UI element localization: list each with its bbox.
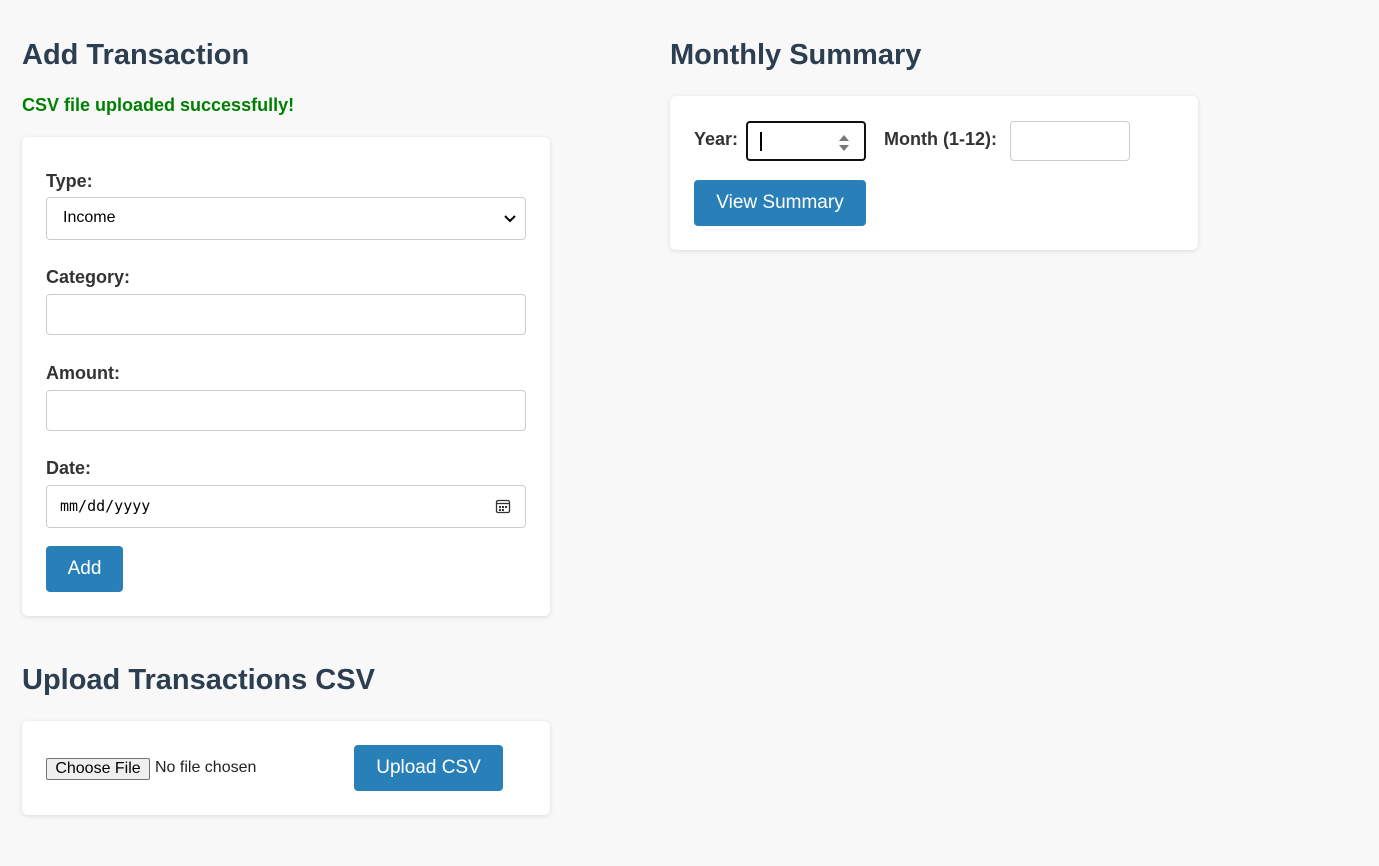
upload-csv-button[interactable]: Upload CSV xyxy=(354,745,503,791)
text-caret xyxy=(760,132,762,151)
choose-file-button[interactable]: Choose File xyxy=(46,758,150,780)
type-select-value: Income xyxy=(63,209,116,226)
year-input[interactable] xyxy=(746,121,866,161)
chevron-down-icon xyxy=(504,215,516,223)
add-transaction-title: Add Transaction xyxy=(22,39,250,71)
type-select[interactable]: Income xyxy=(46,197,526,240)
view-summary-button[interactable]: View Summary xyxy=(694,180,866,226)
amount-input[interactable] xyxy=(46,390,526,431)
monthly-summary-form: Year: Month (1-12): View Summary xyxy=(670,96,1198,250)
file-status: No file chosen xyxy=(155,759,257,776)
category-input[interactable] xyxy=(46,294,526,335)
monthly-summary-title: Monthly Summary xyxy=(670,39,922,71)
year-label: Year: xyxy=(694,129,739,149)
date-placeholder: mm/dd/yyyy xyxy=(60,497,151,515)
add-button[interactable]: Add xyxy=(46,546,123,592)
upload-form: Choose File No file chosen Upload CSV xyxy=(22,721,550,815)
month-input[interactable] xyxy=(1010,121,1130,161)
calendar-icon[interactable] xyxy=(495,498,511,514)
category-label: Category: xyxy=(46,267,131,287)
upload-title: Upload Transactions CSV xyxy=(22,664,375,696)
amount-label: Amount: xyxy=(46,363,120,383)
upload-success-message: CSV file uploaded successfully! xyxy=(22,95,295,115)
number-spinner-icon[interactable] xyxy=(838,132,850,154)
add-transaction-form: Type: Income Category: Amount: Date: mm/… xyxy=(22,137,550,616)
month-label: Month (1-12): xyxy=(884,129,997,149)
type-label: Type: xyxy=(46,171,93,191)
date-input[interactable]: mm/dd/yyyy xyxy=(46,485,526,528)
date-label: Date: xyxy=(46,458,92,478)
